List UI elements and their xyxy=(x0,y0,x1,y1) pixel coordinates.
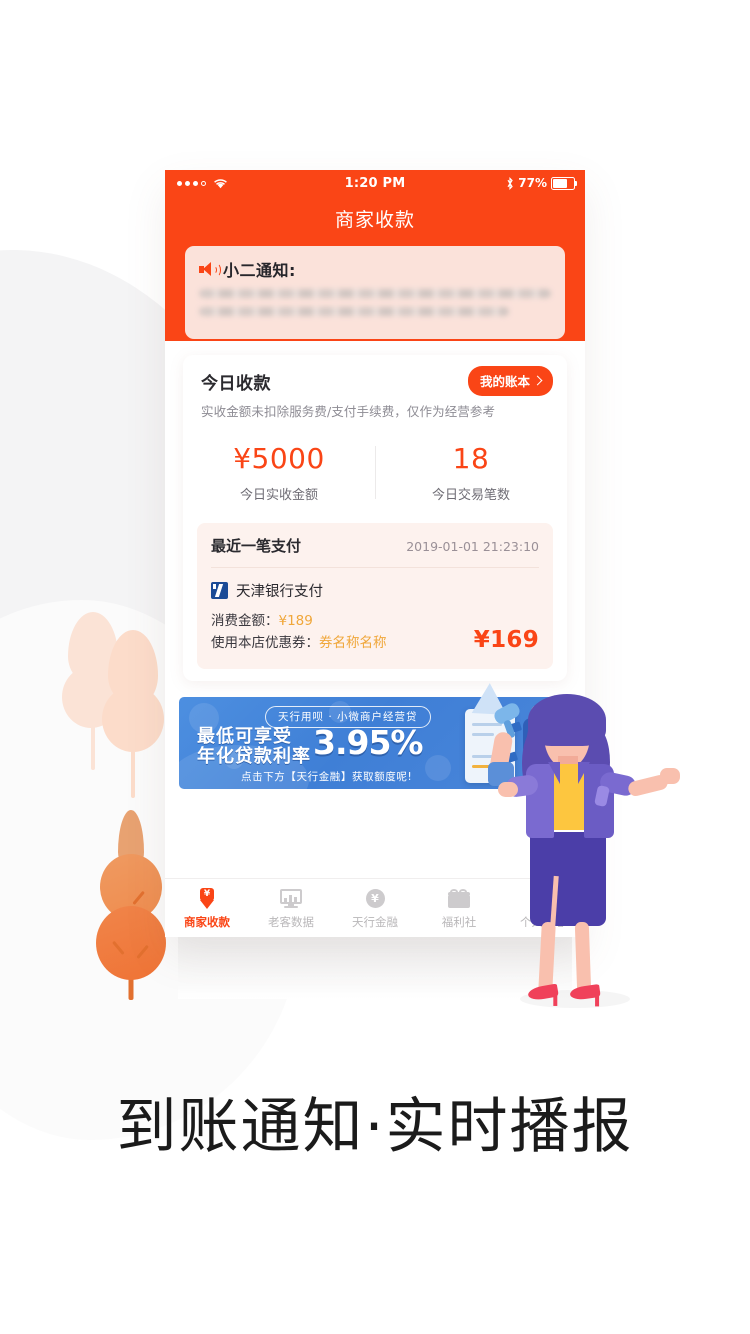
status-bar: 1:20 PM 77% xyxy=(165,170,585,196)
today-income-card-header: 今日收款 实收金额未扣除服务费/支付手续费，仅作为经营参考 我的账本 xyxy=(183,366,567,420)
money-arrow-down-icon: ¥ xyxy=(165,887,249,911)
tab-customer-data[interactable]: 老客数据 xyxy=(249,887,333,930)
net-amount-value: ¥169 xyxy=(473,626,539,653)
tab-finance[interactable]: ¥ 天行金融 xyxy=(333,887,417,930)
leaf-tree-orange-icon xyxy=(96,810,166,1000)
gift-box-icon xyxy=(417,887,501,911)
banner-headline: 最低可享受 年化贷款利率 3.95% xyxy=(197,722,423,767)
today-income-subtitle: 实收金额未扣除服务费/支付手续费，仅作为经营参考 xyxy=(201,404,496,419)
tab-label: 天行金融 xyxy=(352,914,398,929)
notice-body-redacted xyxy=(199,289,551,316)
consumption-amount-value: ¥189 xyxy=(278,613,313,629)
coupon-label: 使用本店优惠券： xyxy=(211,635,319,652)
notice-title: 小二通知: xyxy=(223,261,296,280)
consumption-amount-line: 消费金额：¥189 xyxy=(211,610,387,632)
stat-today-count: 18 今日交易笔数 xyxy=(375,442,567,503)
notice-banner[interactable]: 小二通知: xyxy=(185,246,565,339)
tab-merchant-collect[interactable]: ¥ 商家收款 xyxy=(165,887,249,930)
coupon-value: 券名称名称 xyxy=(319,635,387,652)
status-bar-right: 77% xyxy=(506,176,577,190)
stat-value: 18 xyxy=(452,442,490,475)
recent-payment-title: 最近一笔支付 xyxy=(211,537,302,555)
page-caption: 到账通知·实时播报 xyxy=(116,1092,634,1162)
recent-payment-header: 最近一笔支付 2019-01-01 21:23:10 xyxy=(211,535,539,568)
speaker-icon xyxy=(199,261,221,277)
recent-payment-detail-lines: 消费金额：¥189 使用本店优惠券：券名称名称 xyxy=(211,610,387,655)
leaf-tree-pale-icon xyxy=(100,628,166,798)
tab-label: 商家收款 xyxy=(184,914,230,929)
woman-pointing-icon xyxy=(463,683,710,1020)
banner-headline-line1: 最低可享受 xyxy=(197,725,292,747)
my-ledger-label: 我的账本 xyxy=(479,374,530,389)
today-stats: ¥5000 今日实收金额 18 今日交易笔数 xyxy=(183,442,567,503)
notice-header: 小二通知: xyxy=(199,257,551,281)
my-ledger-button[interactable]: 我的账本 xyxy=(467,366,553,396)
promo-page: 1:20 PM 77% 商家收款 小二通知: 今日收款 实收金额未扣除服务费/支… xyxy=(0,0,750,1334)
page-title: 商家收款 xyxy=(334,209,415,231)
tab-label: 福利社 xyxy=(441,914,477,929)
today-income-card: 今日收款 实收金额未扣除服务费/支付手续费，仅作为经营参考 我的账本 ¥5000… xyxy=(183,355,567,681)
stat-today-amount: ¥5000 今日实收金额 xyxy=(183,442,375,503)
battery-icon xyxy=(551,176,577,190)
tab-label: 老客数据 xyxy=(268,914,314,929)
app-header: 商家收款 小二通知: xyxy=(165,196,585,341)
coupon-line: 使用本店优惠券：券名称名称 xyxy=(211,632,387,654)
stat-label: 今日交易笔数 xyxy=(431,488,510,503)
chevron-right-icon xyxy=(532,375,543,386)
consumption-amount-label: 消费金额： xyxy=(211,613,279,629)
recent-payment-panel[interactable]: 最近一笔支付 2019-01-01 21:23:10 天津银行支付 消费金额：¥… xyxy=(197,523,553,669)
recent-payment-bank-row: 天津银行支付 xyxy=(211,580,539,601)
stat-label: 今日实收金额 xyxy=(239,488,318,503)
recent-payment-timestamp: 2019-01-01 21:23:10 xyxy=(406,539,539,554)
bank-name-label: 天津银行支付 xyxy=(236,584,323,600)
bluetooth-icon xyxy=(507,176,514,190)
yen-circle-icon: ¥ xyxy=(333,887,417,911)
bar-chart-monitor-icon xyxy=(249,887,333,911)
banner-headline-lines: 最低可享受 年化贷款利率 xyxy=(197,725,311,767)
tab-welfare[interactable]: 福利社 xyxy=(417,887,501,930)
banner-rate-value: 3.95% xyxy=(313,722,423,762)
stat-value: ¥5000 xyxy=(233,442,325,475)
banner-headline-line2: 年化贷款利率 xyxy=(197,745,311,767)
battery-percent-label: 77% xyxy=(518,176,547,190)
tianjin-bank-logo-icon xyxy=(211,582,228,599)
banner-subline: 点击下方【天行金融】获取额度呢! xyxy=(241,770,413,783)
recent-payment-amounts: 消费金额：¥189 使用本店优惠券：券名称名称 ¥169 xyxy=(211,610,539,655)
